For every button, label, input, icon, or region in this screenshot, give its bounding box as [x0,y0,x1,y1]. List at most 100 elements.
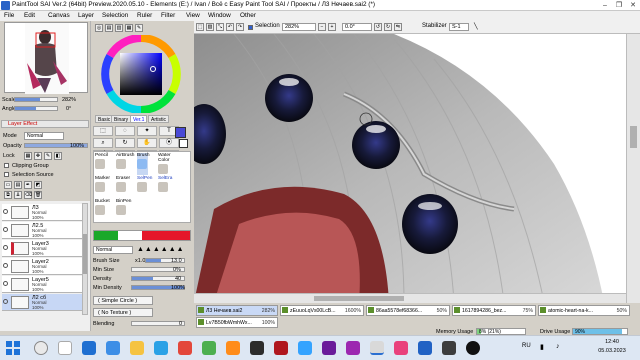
file-explorer-icon[interactable] [130,341,144,355]
primary-color-swatch[interactable] [175,127,186,138]
selection-checkbox[interactable] [248,25,253,30]
mode-select[interactable]: Normal [24,132,64,140]
menu-layer[interactable]: Layer [78,12,94,19]
start-button[interactable] [6,341,20,355]
eye-icon[interactable] [3,209,8,214]
layer-row[interactable]: Layer5 Normal 100% [2,276,82,293]
layer-row[interactable]: Layer2 Normal 100% [2,258,82,275]
minimize-button[interactable]: – [598,0,612,11]
rotation-select[interactable]: 0.0° [342,23,372,31]
eye-icon[interactable] [3,299,8,304]
tool-watercolor[interactable]: Water Color [158,153,171,175]
clock-date[interactable]: 05.03.2023 [596,348,628,354]
layer-row[interactable]: Л2.5 Normal 100% [2,222,82,239]
file-tab[interactable]: Lv7B50fbWmhWx... 100% [196,317,278,328]
hsv-slider-toggle-icon[interactable]: ▥ [115,24,123,32]
app-icon-purple[interactable] [346,341,360,355]
rotate-right-icon[interactable]: ↻ [384,23,392,31]
layer-effect-header[interactable]: Layer Effect [1,120,89,128]
color-wheel[interactable] [99,35,183,113]
brush-shape-presets[interactable]: ▲▲▲▲▲▲ [137,246,185,253]
eye-icon[interactable] [3,245,8,250]
menu-file[interactable]: File [4,12,14,19]
color-history-bar[interactable] [93,230,191,241]
tool-brush[interactable]: Brush [137,153,150,175]
app-icon-pink[interactable] [394,341,408,355]
menu-view[interactable]: View [186,12,200,19]
secondary-color-swatch[interactable] [179,139,188,148]
undo-icon[interactable]: ↶ [226,23,234,31]
zoom-tool[interactable]: ⌕ [93,138,113,148]
tab-artistic[interactable]: Artistic [148,115,169,123]
copy-layer-icon[interactable]: ⧉ [4,191,12,199]
telegram-icon[interactable] [154,341,168,355]
mail-icon[interactable] [106,341,120,355]
menu-canvas[interactable]: Canvas [48,12,70,19]
lasso-tool[interactable]: ◌ [115,126,135,136]
clear-layer-icon[interactable]: ⌫ [24,191,32,199]
tool-bucket[interactable]: Bucket [95,199,110,221]
invert-selection-icon[interactable]: ▨ [206,23,214,31]
tab-binary[interactable]: Binary [111,115,132,123]
rotate-tool[interactable]: ↻ [115,138,135,148]
new-mask-icon[interactable]: ◩ [34,181,42,189]
menu-other[interactable]: Other [240,12,256,19]
layer-scrollbar[interactable] [82,203,88,315]
angle-slider[interactable] [14,106,58,111]
clock-time[interactable]: 12:40 [596,339,628,345]
eyedropper-tool[interactable]: ⦿ [159,138,179,148]
blending-slider[interactable] [131,321,185,326]
language-indicator[interactable]: RU [522,343,531,349]
flip-icon[interactable]: ⇋ [394,23,402,31]
tool-pencil[interactable]: Pencil [95,153,108,175]
new-layer-icon[interactable]: ▭ [4,181,12,189]
tool-selera[interactable]: SelEra [158,176,172,198]
drawing-canvas[interactable] [194,34,626,302]
firefox-icon[interactable] [226,341,240,355]
navigator-preview[interactable] [4,22,88,94]
new-linework-icon[interactable]: ✒ [24,181,32,189]
search-icon[interactable] [34,341,48,355]
scratchpad-toggle-icon[interactable]: ✎ [135,24,143,32]
canvas-vertical-scrollbar[interactable] [626,34,640,304]
clipping-group-checkbox[interactable] [4,163,9,168]
swatches-toggle-icon[interactable]: ▦ [125,24,133,32]
chrome-icon[interactable] [202,341,216,355]
zoom-in-icon[interactable]: + [328,23,336,31]
network-icon[interactable]: ▮ [540,343,544,351]
tool-marker[interactable]: Marker [95,176,110,198]
brush-shape-select[interactable]: ( Simple Circle ) [93,296,153,305]
word-icon[interactable] [298,341,312,355]
maximize-button[interactable]: ❐ [612,0,626,11]
menu-selection[interactable]: Selection [102,12,128,19]
zoom-select[interactable]: 282% [282,23,316,31]
close-button[interactable]: ✕ [626,0,640,11]
media-player-icon[interactable] [322,341,336,355]
menu-filter[interactable]: Filter [161,12,175,19]
painttool-sai-icon[interactable] [370,341,384,355]
tool-selpen[interactable]: SelPen [137,176,152,198]
merge-down-icon[interactable]: ⇊ [14,191,22,199]
select-rect-tool[interactable]: ⬚ [93,126,113,136]
zoom-out-icon[interactable]: − [318,23,326,31]
new-folder-icon[interactable]: ▤ [14,181,22,189]
adobe-animate-icon[interactable] [274,341,288,355]
menu-window[interactable]: Window [208,12,231,19]
canvas-horizontal-scrollbar[interactable] [194,293,626,303]
tool-binpen[interactable]: BinPen [116,199,131,221]
tool-airbrush[interactable]: AirBrush [116,153,134,175]
selection-source-checkbox[interactable] [4,172,9,177]
lock-pixels-icon[interactable]: ▦ [24,152,32,160]
layer-row[interactable]: Л3 Normal 100% [2,204,82,221]
menu-ruler[interactable]: Ruler [137,12,152,19]
obs-icon[interactable] [250,341,264,355]
redo-icon[interactable]: ↷ [236,23,244,31]
lock-paint-icon[interactable]: ✎ [44,152,52,160]
brush-texture-select[interactable]: ( No Texture ) [93,308,153,317]
rotate-left-icon[interactable]: ↺ [374,23,382,31]
eye-icon[interactable] [3,227,8,232]
blend-mode-select[interactable]: Normal [93,246,133,254]
file-tab[interactable]: 86aa5578ef68366... 50% [366,305,450,316]
file-tab[interactable]: zEuuoLqVs00LcB... 1600% [280,305,364,316]
brush-size-mult[interactable]: x1.0 [135,258,145,264]
